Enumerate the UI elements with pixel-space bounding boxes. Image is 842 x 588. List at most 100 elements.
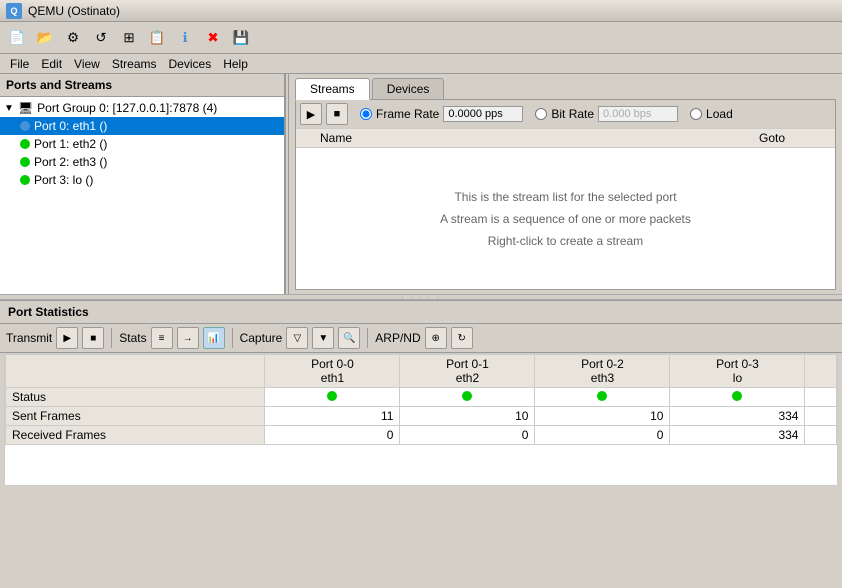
tab-streams[interactable]: Streams — [295, 78, 370, 100]
menu-edit[interactable]: Edit — [35, 56, 68, 72]
stats-toolbar: Transmit ▶ ■ Stats ≡ → 📊 Capture ▽ ▼ 🔍 A… — [0, 324, 842, 353]
bit-rate-label: Bit Rate — [551, 107, 594, 121]
tabs-bar: Streams Devices — [289, 74, 842, 99]
port-item-1[interactable]: Port 1: eth2 () — [0, 135, 284, 153]
bit-rate-input[interactable] — [598, 106, 678, 122]
port-item-0[interactable]: Port 0: eth1 () — [0, 117, 284, 135]
group-icon: 🖥 — [18, 101, 33, 115]
stat-sent-3: 334 — [670, 407, 805, 426]
port-label-2: Port 2: eth3 () — [34, 155, 107, 169]
capture-view-button[interactable]: 🔍 — [338, 327, 360, 349]
group-label: Port Group 0: [127.0.0.1]:7878 (4) — [37, 101, 217, 115]
stat-label-sent: Sent Frames — [6, 407, 265, 426]
col-header-port3: Port 0-3 lo — [670, 355, 805, 388]
col-header-check — [296, 131, 316, 145]
frame-rate-label: Frame Rate — [376, 107, 439, 121]
ports-tree[interactable]: ▼ 🖥 Port Group 0: [127.0.0.1]:7878 (4) P… — [0, 97, 284, 294]
table-row-received: Received Frames 0 0 0 334 — [6, 426, 837, 445]
stat-recv-extra — [805, 426, 837, 445]
frame-rate-group: Frame Rate — [360, 106, 523, 122]
stream-play-button[interactable]: ▶ — [300, 103, 322, 125]
stat-status-1 — [400, 388, 535, 407]
arpnd-resolve-button[interactable]: ↻ — [451, 327, 473, 349]
stop-button[interactable]: ✖ — [200, 25, 226, 51]
port-label-0: Port 0: eth1 () — [34, 119, 107, 133]
stat-sent-1: 10 — [400, 407, 535, 426]
stats-table: Port 0-0 eth1 Port 0-1 eth2 Port 0-2 eth… — [4, 353, 838, 486]
arpnd-label: ARP/ND — [375, 331, 420, 345]
sep-3 — [367, 328, 368, 348]
col-header-port2: Port 0-2 eth3 — [535, 355, 670, 388]
sep-2 — [232, 328, 233, 348]
port-status-1 — [20, 139, 30, 149]
stream-table-header: Name Goto — [296, 129, 835, 148]
col-header-goto: Goto — [755, 131, 835, 145]
stat-status-2 — [535, 388, 670, 407]
load-radio[interactable] — [690, 108, 702, 120]
stream-empty-area[interactable]: This is the stream list for the selected… — [296, 148, 835, 289]
stats-export-button[interactable]: → — [177, 327, 199, 349]
port-item-2[interactable]: Port 2: eth3 () — [0, 153, 284, 171]
empty-line-1: This is the stream list for the selected… — [454, 190, 676, 204]
menu-help[interactable]: Help — [217, 56, 254, 72]
right-panel: Streams Devices ▶ ■ Frame Rate Bit — [289, 74, 842, 294]
stat-status-extra — [805, 388, 837, 407]
empty-line-3: Right-click to create a stream — [488, 234, 643, 248]
capture-start-button[interactable]: ▽ — [286, 327, 308, 349]
file-button[interactable]: 📋 — [144, 25, 170, 51]
app-icon: Q — [6, 3, 22, 19]
toolbar: 📄 📂 ⚙ ↺ ⊞ 📋 ℹ ✖ 💾 — [0, 22, 842, 54]
stream-stop-button[interactable]: ■ — [326, 103, 348, 125]
stats-view-button[interactable]: 📊 — [203, 327, 225, 349]
refresh-button[interactable]: ↺ — [88, 25, 114, 51]
col-header-label — [6, 355, 265, 388]
stats-header: Port Statistics — [0, 301, 842, 324]
port-label-3: Port 3: lo () — [34, 173, 93, 187]
port-status-0 — [20, 121, 30, 131]
stats-panel: Port Statistics Transmit ▶ ■ Stats ≡ → 📊… — [0, 300, 842, 490]
menu-view[interactable]: View — [68, 56, 106, 72]
new-button[interactable]: 📄 — [4, 25, 30, 51]
windows-button[interactable]: ⊞ — [116, 25, 142, 51]
bit-rate-radio[interactable] — [535, 108, 547, 120]
settings-button[interactable]: ⚙ — [60, 25, 86, 51]
group-arrow[interactable]: ▼ — [4, 103, 14, 114]
app-title: QEMU (Ostinato) — [28, 4, 120, 18]
menubar: File Edit View Streams Devices Help — [0, 54, 842, 74]
stats-label: Stats — [119, 331, 146, 345]
stat-status-3 — [670, 388, 805, 407]
transmit-stop-button[interactable]: ■ — [82, 327, 104, 349]
load-group: Load — [690, 107, 733, 121]
capture-stop-button[interactable]: ▼ — [312, 327, 334, 349]
port-status-3 — [20, 175, 30, 185]
menu-streams[interactable]: Streams — [106, 56, 163, 72]
stat-recv-1: 0 — [400, 426, 535, 445]
port-status-2 — [20, 157, 30, 167]
stat-recv-0: 0 — [265, 426, 400, 445]
ports-panel: Ports and Streams ▼ 🖥 Port Group 0: [127… — [0, 74, 285, 294]
stats-list-button[interactable]: ≡ — [151, 327, 173, 349]
frame-rate-input[interactable] — [443, 106, 523, 122]
port-label-1: Port 1: eth2 () — [34, 137, 107, 151]
save-button[interactable]: 💾 — [228, 25, 254, 51]
col-header-port0: Port 0-0 eth1 — [265, 355, 400, 388]
port-group[interactable]: ▼ 🖥 Port Group 0: [127.0.0.1]:7878 (4) — [0, 99, 284, 117]
info-button[interactable]: ℹ — [172, 25, 198, 51]
col-header-extra — [805, 355, 837, 388]
open-button[interactable]: 📂 — [32, 25, 58, 51]
stat-recv-3: 334 — [670, 426, 805, 445]
transmit-play-button[interactable]: ▶ — [56, 327, 78, 349]
frame-rate-radio[interactable] — [360, 108, 372, 120]
col-header-port1: Port 0-1 eth2 — [400, 355, 535, 388]
port-item-3[interactable]: Port 3: lo () — [0, 171, 284, 189]
arpnd-send-button[interactable]: ⊕ — [425, 327, 447, 349]
stat-label-status: Status — [6, 388, 265, 407]
menu-devices[interactable]: Devices — [163, 56, 218, 72]
load-label: Load — [706, 107, 733, 121]
tab-devices[interactable]: Devices — [372, 78, 445, 99]
menu-file[interactable]: File — [4, 56, 35, 72]
stat-label-received: Received Frames — [6, 426, 265, 445]
stat-status-0 — [265, 388, 400, 407]
table-row-status: Status — [6, 388, 837, 407]
stat-sent-2: 10 — [535, 407, 670, 426]
